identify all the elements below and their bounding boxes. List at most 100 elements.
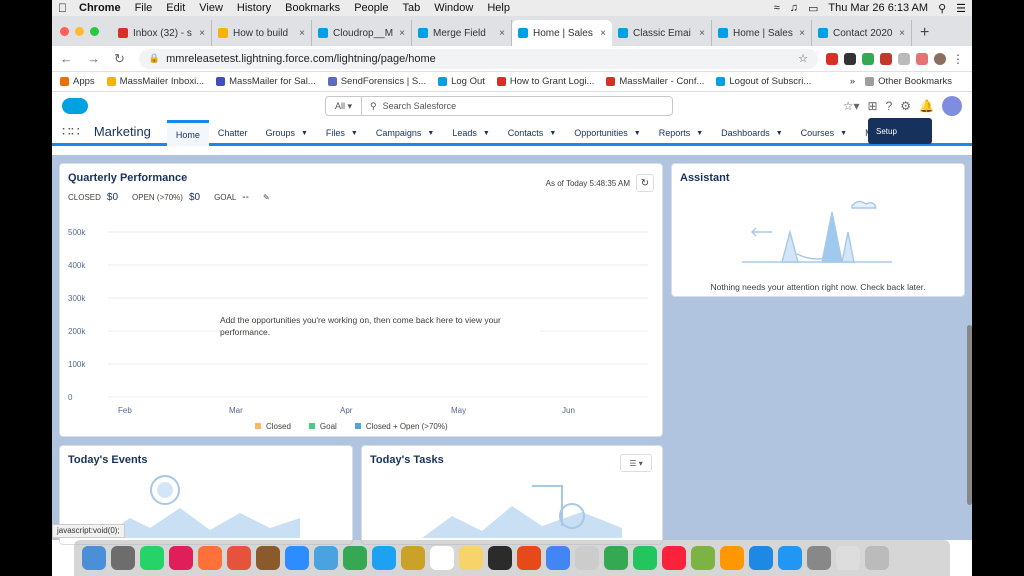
close-tab-icon[interactable]: × (600, 28, 606, 39)
salesforce-logo[interactable] (62, 98, 88, 114)
browser-tab[interactable]: Merge Field × (412, 20, 512, 46)
dock-app-icon[interactable] (285, 546, 309, 570)
chevron-down-icon[interactable]: ▼ (427, 130, 434, 137)
extension-icon[interactable] (862, 52, 874, 65)
dock-app-icon[interactable] (430, 546, 454, 570)
bookmark-item[interactable]: MassMailer Inboxi... (106, 76, 204, 87)
browser-tab[interactable]: Inbox (32) - s × (112, 20, 212, 46)
new-tab-button[interactable]: + (920, 24, 929, 42)
nav-item-home[interactable]: Home (166, 120, 209, 146)
menubar-clock[interactable]: Thu Mar 26 6:13 AM (828, 2, 928, 14)
browser-tab[interactable]: Contact 2020 × (812, 20, 912, 46)
dock-app-icon[interactable] (169, 546, 193, 570)
browser-tab[interactable]: How to build × (212, 20, 312, 46)
close-tab-icon[interactable]: × (899, 28, 905, 39)
dock-app-icon[interactable] (546, 546, 570, 570)
bookmark-item[interactable]: MassMailer for Sal... (216, 76, 316, 87)
notifications-bell-icon[interactable]: 🔔 (919, 99, 934, 113)
close-tab-icon[interactable]: × (699, 28, 705, 39)
nav-item-campaigns[interactable]: Campaigns ▼ (367, 120, 443, 146)
extension-icon[interactable] (916, 52, 928, 65)
menu-edit[interactable]: Edit (166, 2, 185, 14)
address-bar[interactable]: 🔒 mmreleasetest.lightning.force.com/ligh… (138, 48, 818, 69)
dock-app-icon[interactable] (807, 546, 831, 570)
browser-tab[interactable]: Home | Sales × (512, 20, 612, 46)
chevron-down-icon[interactable]: ▼ (696, 130, 703, 137)
help-icon[interactable]: ? (886, 99, 893, 113)
close-tab-icon[interactable]: × (499, 28, 505, 39)
dock-app-icon[interactable] (749, 546, 773, 570)
global-search[interactable]: All ▾ ⚲ Search Salesforce (325, 96, 673, 116)
dock-app-icon[interactable] (314, 546, 338, 570)
dock-app-icon[interactable] (865, 546, 889, 570)
bookmark-apps[interactable]: Apps (60, 76, 95, 87)
browser-tab[interactable]: Classic Emai × (612, 20, 712, 46)
menu-view[interactable]: View (199, 2, 223, 14)
dock-app-icon[interactable] (140, 546, 164, 570)
chevron-down-icon[interactable]: ▼ (301, 130, 308, 137)
profile-avatar[interactable] (934, 52, 946, 65)
extension-icon[interactable] (826, 52, 838, 65)
nav-item-chatter[interactable]: Chatter (209, 120, 257, 146)
menu-help[interactable]: Help (487, 2, 510, 14)
dock-app-icon[interactable] (575, 546, 599, 570)
dock-app-icon[interactable] (488, 546, 512, 570)
spotlight-icon[interactable]: ⚲ (938, 2, 946, 15)
dock-app-icon[interactable] (198, 546, 222, 570)
nav-item-contacts[interactable]: Contacts ▼ (499, 120, 565, 146)
dock-app-icon[interactable] (633, 546, 657, 570)
nav-item-reports[interactable]: Reports ▼ (650, 120, 712, 146)
app-launcher-icon[interactable]: ∷∷ (62, 123, 80, 140)
dock-app-icon[interactable] (82, 546, 106, 570)
nav-item-leads[interactable]: Leads ▼ (443, 120, 498, 146)
dock-app-icon[interactable] (256, 546, 280, 570)
chevron-down-icon[interactable]: ▼ (483, 130, 490, 137)
dock-app-icon[interactable] (227, 546, 251, 570)
forward-arrow-icon[interactable]: → (87, 51, 100, 66)
menu-bookmarks[interactable]: Bookmarks (285, 2, 340, 14)
search-input[interactable]: Search Salesforce (383, 101, 457, 111)
bookmarks-overflow[interactable]: » (850, 76, 855, 87)
dock-app-icon[interactable] (604, 546, 628, 570)
global-create-icon[interactable]: ⊞ (868, 99, 878, 113)
chrome-menu-icon[interactable]: ⋮ (952, 52, 964, 66)
browser-tab[interactable]: Home | Sales × (712, 20, 812, 46)
dock-app-icon[interactable] (662, 546, 686, 570)
chevron-down-icon[interactable]: ▼ (634, 130, 641, 137)
setup-gear-icon[interactable]: ⚙ (900, 99, 911, 113)
back-arrow-icon[interactable]: ← (60, 51, 73, 66)
battery-icon[interactable]: ▭ (808, 2, 818, 15)
user-avatar[interactable] (942, 96, 962, 116)
close-window-icon[interactable] (60, 27, 69, 36)
extension-icon[interactable] (898, 52, 910, 65)
dock-app-icon[interactable] (691, 546, 715, 570)
menu-tab[interactable]: Tab (402, 2, 420, 14)
bookmark-item[interactable]: Log Out (438, 76, 485, 87)
chevron-down-icon[interactable]: ▼ (549, 130, 556, 137)
dock-app-icon[interactable] (343, 546, 367, 570)
close-tab-icon[interactable]: × (299, 28, 305, 39)
dock-app-icon[interactable] (836, 546, 860, 570)
dock-app-icon[interactable] (372, 546, 396, 570)
close-tab-icon[interactable]: × (199, 28, 205, 39)
extension-icon[interactable] (844, 52, 856, 65)
dock-app-icon[interactable] (459, 546, 483, 570)
nav-item-files[interactable]: Files ▼ (317, 120, 367, 146)
dock-app-icon[interactable] (720, 546, 744, 570)
menu-people[interactable]: People (354, 2, 388, 14)
extension-icon[interactable] (880, 52, 892, 65)
browser-tab[interactable]: Cloudrop__M × (312, 20, 412, 46)
bookmark-item[interactable]: How to Grant Logi... (496, 76, 594, 87)
volume-icon[interactable]: ♫ (790, 2, 798, 14)
bookmark-item[interactable]: MassMailer - Conf... (606, 76, 704, 87)
search-scope-select[interactable]: All ▾ (326, 97, 362, 115)
dock-app-icon[interactable] (778, 546, 802, 570)
apple-icon[interactable]:  (58, 1, 67, 15)
menu-app-name[interactable]: Chrome (79, 2, 121, 14)
refresh-button[interactable]: ↻ (636, 174, 654, 192)
nav-item-courses[interactable]: Courses ▼ (792, 120, 856, 146)
edit-goal-pencil-icon[interactable]: ✎ (263, 193, 270, 202)
maximize-window-icon[interactable] (90, 27, 99, 36)
menu-list-icon[interactable]: ☰ (956, 2, 966, 15)
bookmark-star-icon[interactable]: ☆ (798, 52, 808, 65)
